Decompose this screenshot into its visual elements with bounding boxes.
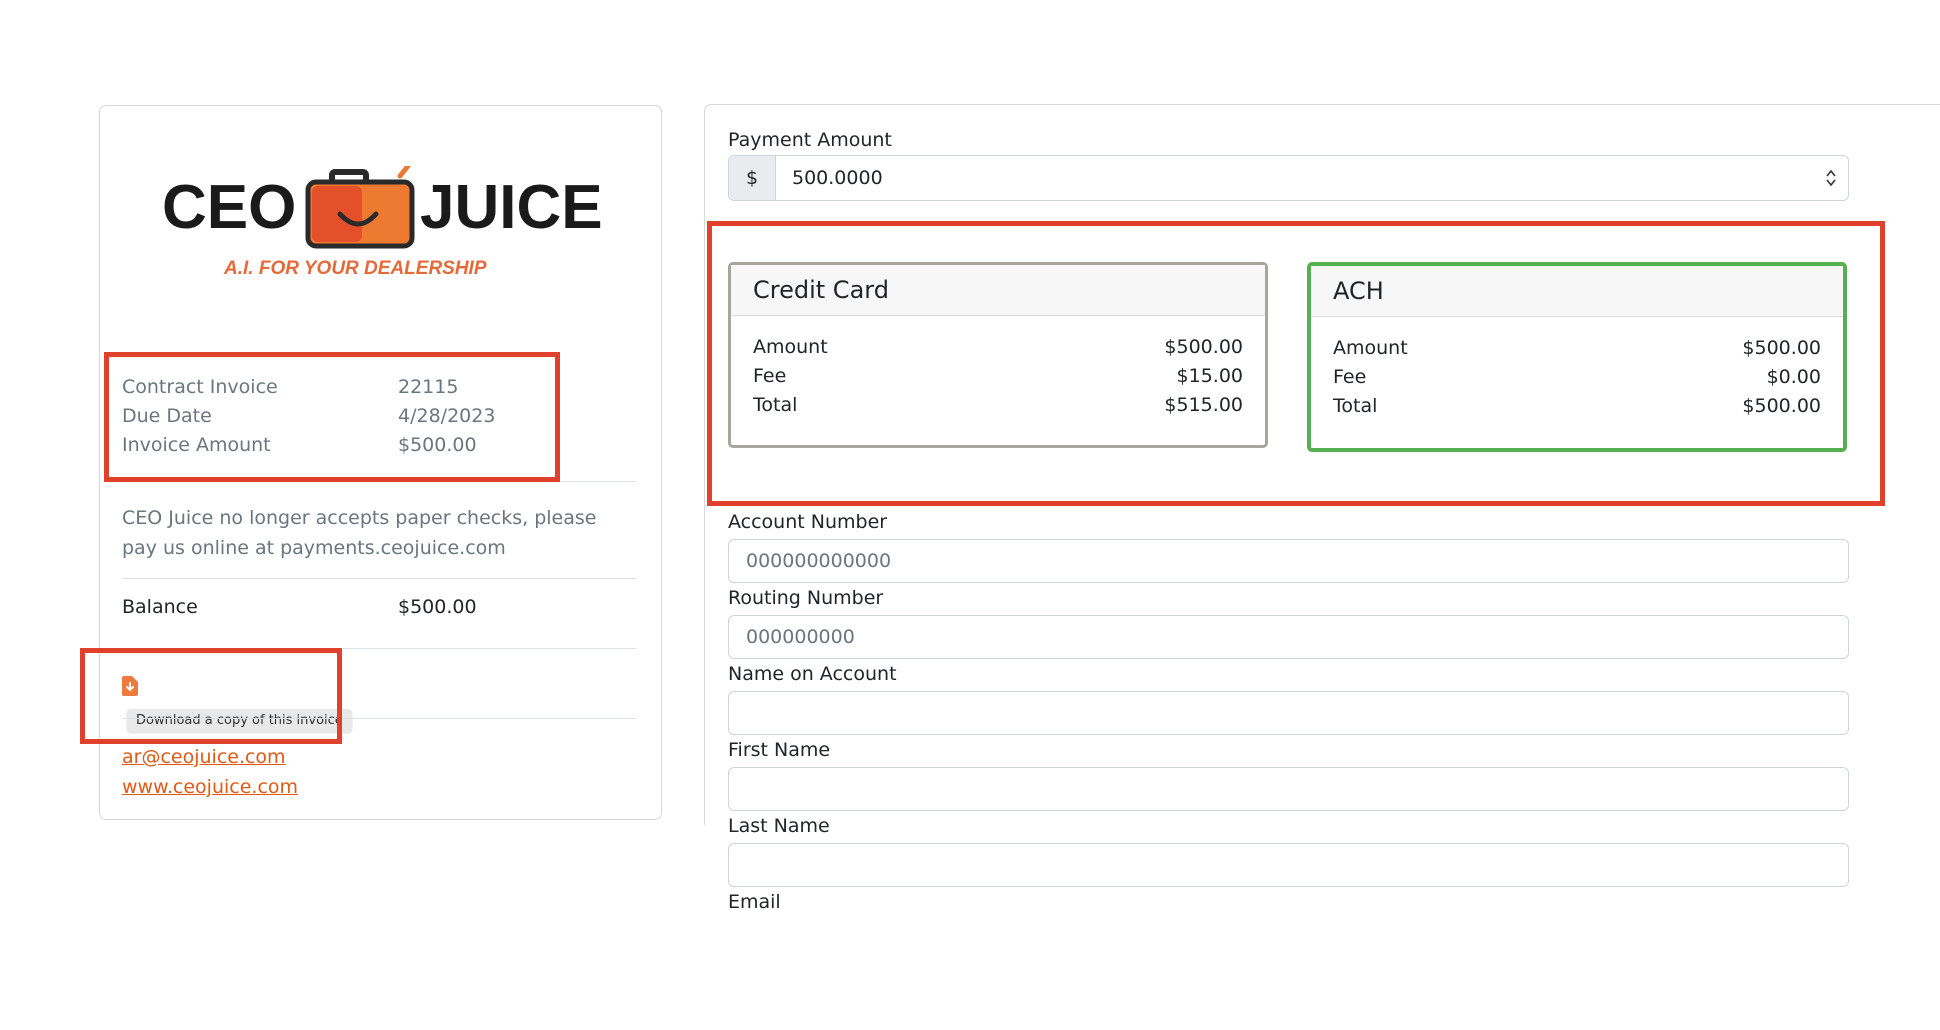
payment-amount-input-group[interactable]: $ 500.0000 xyxy=(728,155,1849,201)
payment-amount-input[interactable]: 500.0000 xyxy=(776,156,1814,200)
fee-row: Amount $500.00 xyxy=(1333,337,1821,366)
due-date-label: Due Date xyxy=(122,405,212,427)
invoice-detail-row: Contract Invoice 22115 xyxy=(122,376,495,405)
fee-row: Total $515.00 xyxy=(753,394,1243,423)
fee-row: Fee $0.00 xyxy=(1333,366,1821,395)
ach-title: ACH xyxy=(1311,266,1843,317)
fee-label: Fee xyxy=(1333,366,1367,388)
first-name-input[interactable] xyxy=(728,767,1849,811)
total-value: $515.00 xyxy=(1164,394,1243,416)
download-tooltip: Download a copy of this invoice xyxy=(127,709,352,732)
logo-text-left: CEO xyxy=(162,173,296,242)
contract-invoice-label: Contract Invoice xyxy=(122,376,278,398)
invoice-details: Contract Invoice 22115 Due Date 4/28/202… xyxy=(122,376,495,463)
balance-label: Balance xyxy=(122,596,198,618)
email-link[interactable]: ar@ceojuice.com xyxy=(122,746,286,768)
routing-number-input[interactable]: 000000000 xyxy=(728,615,1849,659)
invoice-detail-row: Due Date 4/28/2023 xyxy=(122,405,495,434)
fee-row: Amount $500.00 xyxy=(753,336,1243,365)
name-on-account-input[interactable] xyxy=(728,691,1849,735)
invoice-amount-value: $500.00 xyxy=(398,434,477,456)
invoice-amount-label: Invoice Amount xyxy=(122,434,271,456)
logo-tagline: A.I. FOR YOUR DEALERSHIP xyxy=(223,258,487,279)
email-label: Email xyxy=(728,891,781,913)
account-number-input[interactable]: 000000000000 xyxy=(728,539,1849,583)
total-value: $500.00 xyxy=(1742,395,1821,417)
divider xyxy=(122,481,636,482)
ceo-juice-logo: CEO JUICE A.I. FOR YOUR DEALERSHIP xyxy=(162,166,602,279)
contract-invoice-value: 22115 xyxy=(398,376,459,398)
logo-text-right: JUICE xyxy=(420,173,602,242)
ach-option[interactable]: ACH Amount $500.00 Fee $0.00 Total $500.… xyxy=(1307,262,1847,452)
website-link[interactable]: www.ceojuice.com xyxy=(122,776,298,798)
fee-row: Fee $15.00 xyxy=(753,365,1243,394)
last-name-input[interactable] xyxy=(728,843,1849,887)
divider xyxy=(122,648,636,649)
total-label: Total xyxy=(1333,395,1378,417)
paper-check-notice: CEO Juice no longer accepts paper checks… xyxy=(122,507,597,559)
number-spinner-icon[interactable] xyxy=(1814,156,1848,200)
balance-row: Balance $500.00 xyxy=(122,596,477,618)
divider xyxy=(122,718,636,719)
amount-label: Amount xyxy=(753,336,828,358)
fee-label: Fee xyxy=(753,365,787,387)
total-label: Total xyxy=(753,394,798,416)
routing-number-label: Routing Number xyxy=(728,587,884,609)
last-name-label: Last Name xyxy=(728,815,830,837)
divider xyxy=(122,578,636,579)
payment-panel: Payment Amount $ 500.0000 Credit Card Am… xyxy=(704,104,1940,913)
payment-amount-label: Payment Amount xyxy=(728,129,892,151)
invoice-detail-row: Invoice Amount $500.00 xyxy=(122,434,495,463)
currency-prefix: $ xyxy=(729,156,776,200)
amount-value: $500.00 xyxy=(1742,337,1821,359)
first-name-label: First Name xyxy=(728,739,831,761)
balance-value: $500.00 xyxy=(398,596,477,618)
amount-value: $500.00 xyxy=(1164,336,1243,358)
invoice-card: CEO JUICE A.I. FOR YOUR DEALERSHIP Contr… xyxy=(99,105,662,820)
account-number-label: Account Number xyxy=(728,511,888,533)
page-bottom xyxy=(0,912,1940,1030)
due-date-value: 4/28/2023 xyxy=(398,405,496,427)
credit-card-title: Credit Card xyxy=(731,265,1265,316)
credit-card-option[interactable]: Credit Card Amount $500.00 Fee $15.00 To… xyxy=(728,262,1268,448)
amount-label: Amount xyxy=(1333,337,1408,359)
fee-value: $15.00 xyxy=(1176,365,1243,387)
name-on-account-label: Name on Account xyxy=(728,663,897,685)
fee-row: Total $500.00 xyxy=(1333,395,1821,424)
file-download-icon[interactable] xyxy=(122,676,138,696)
fee-value: $0.00 xyxy=(1766,366,1821,388)
